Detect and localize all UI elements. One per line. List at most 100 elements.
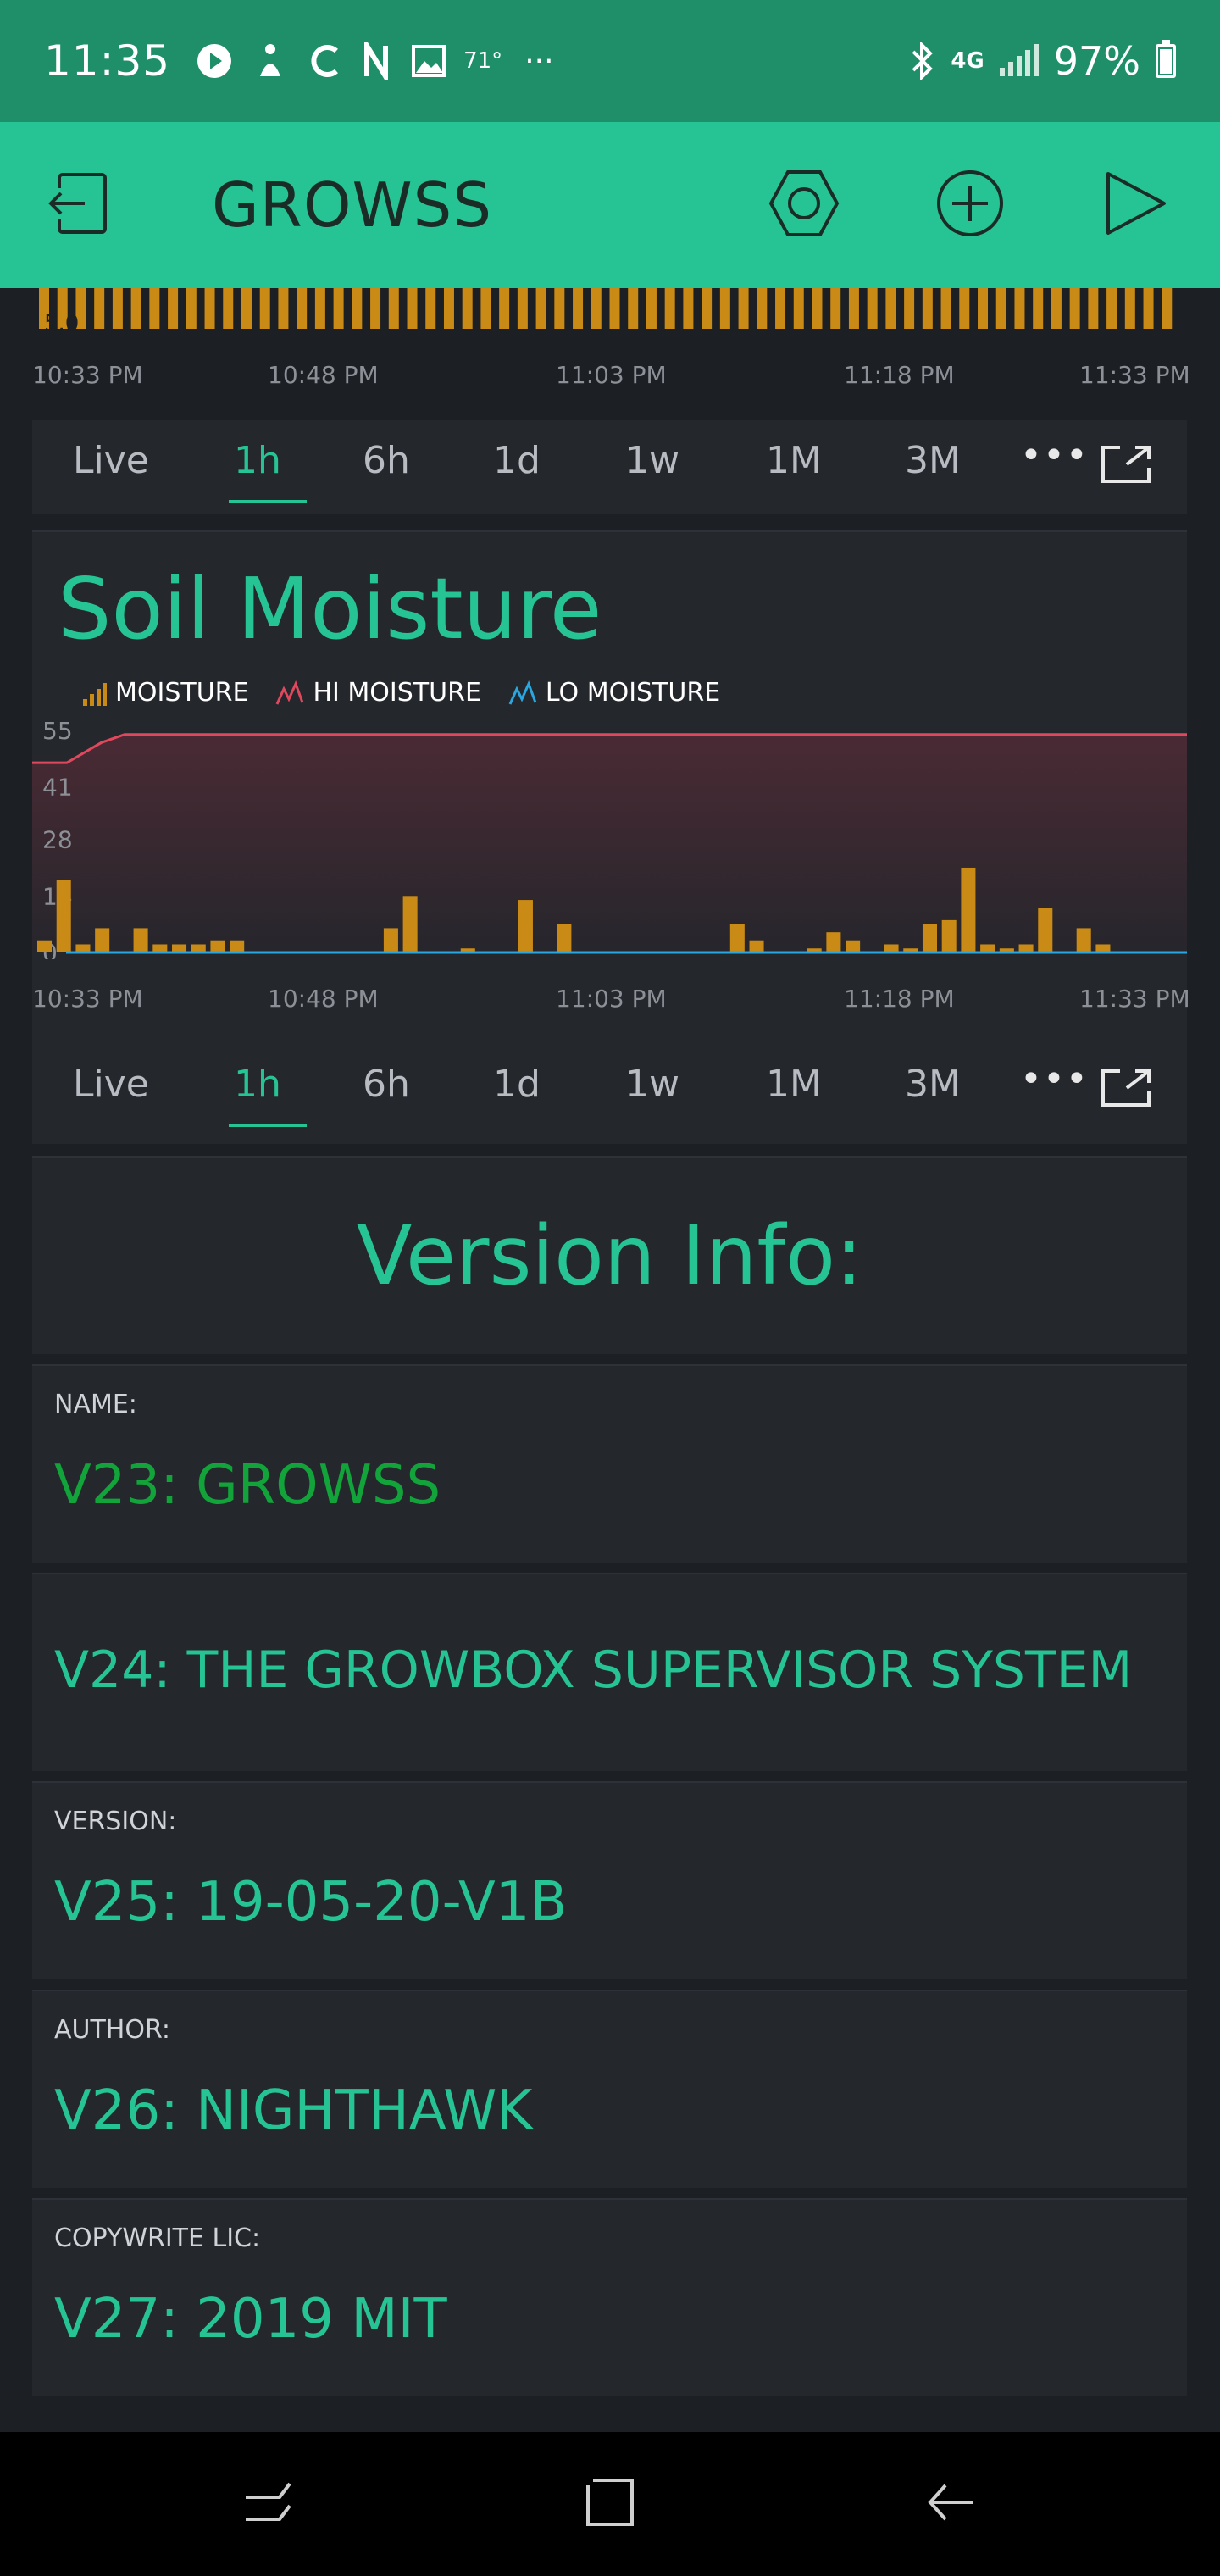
field-value: V24: THE GROWBOX SUPERVISOR SYSTEM [54, 1641, 1133, 1700]
expand-chart-icon[interactable] [1101, 1068, 1152, 1112]
top-chart-bar [517, 288, 528, 329]
more-options-icon[interactable]: ••• [1020, 1058, 1089, 1101]
top-chart-bar [995, 288, 1006, 329]
app-header: GROWSS [0, 122, 1220, 288]
field-label: COPYWRITE LIC: [54, 2223, 261, 2253]
top-chart-bar [443, 288, 454, 329]
range-6h-button[interactable]: 6h [363, 439, 410, 482]
field-license: COPYWRITE LIC: V27: 2019 MIT [32, 2198, 1187, 2396]
x-tick-label: 11:18 PM [844, 361, 955, 389]
moisture-bar [961, 867, 976, 952]
top-chart-bar [628, 288, 639, 329]
top-chart-bar [388, 288, 399, 329]
range-1m-button[interactable]: 1M [766, 1063, 822, 1106]
top-chart-x-axis: 10:33 PM 10:48 PM 11:03 PM 11:18 PM 11:33 PM [32, 361, 1190, 395]
moisture-bar [1076, 928, 1091, 952]
field-value: V25: 19-05-20-V1B [54, 1871, 568, 1934]
top-chart-bar [314, 288, 325, 329]
top-chart-bar [168, 288, 179, 329]
play-icon[interactable] [1103, 169, 1169, 242]
top-chart-bar [425, 288, 436, 329]
moisture-bar [402, 896, 418, 952]
moisture-bar [210, 940, 225, 952]
top-chart-bar [333, 288, 344, 329]
range-1h-button[interactable]: 1h [234, 1063, 281, 1106]
moisture-bar [56, 880, 71, 952]
moisture-bar [941, 919, 957, 952]
top-chart-bar [1106, 288, 1117, 329]
top-chart-bar [885, 288, 896, 329]
moisture-bar [922, 924, 938, 952]
battery-level: 97% [1053, 38, 1140, 84]
top-chart-bar [278, 288, 289, 329]
top-chart-bar [1014, 288, 1025, 329]
top-chart-bar [241, 288, 252, 329]
range-6h-button[interactable]: 6h [363, 1063, 410, 1106]
top-chart-bar [186, 288, 197, 329]
legend-moisture: MOISTURE [81, 678, 248, 708]
y-tick-label: 41 [42, 774, 73, 802]
top-chart-bar [940, 288, 951, 329]
version-info-heading: Version Info: [356, 1208, 863, 1303]
line-chart-icon [276, 680, 304, 705]
recents-icon[interactable] [242, 2477, 293, 2531]
bar-chart-icon [83, 682, 107, 706]
top-chart-bar [1124, 288, 1135, 329]
top-chart-bar [1162, 288, 1173, 329]
top-chart-bar [149, 288, 160, 329]
top-chart-bar [554, 288, 565, 329]
top-chart-bar [738, 288, 749, 329]
field-description: V24: THE GROWBOX SUPERVISOR SYSTEM [32, 1573, 1187, 1771]
range-1h-button[interactable]: 1h [234, 439, 281, 482]
add-icon[interactable] [935, 169, 1005, 242]
version-info-card: Version Info: [32, 1156, 1187, 1354]
top-chart-bar [1069, 288, 1080, 329]
range-3m-button[interactable]: 3M [905, 439, 961, 482]
moisture-bar [557, 924, 572, 952]
range-3m-button[interactable]: 3M [905, 1063, 961, 1106]
range-live-button[interactable]: Live [73, 1063, 149, 1106]
top-chart-range-bar: Live 1h 6h 1d 1w 1M 3M ••• [32, 420, 1187, 514]
moisture-bar [133, 928, 148, 952]
top-chart-bar [407, 288, 418, 329]
expand-chart-icon[interactable] [1101, 444, 1152, 488]
range-1w-button[interactable]: 1w [625, 439, 679, 482]
field-value: V23: GROWSS [54, 1454, 441, 1517]
x-tick-label: 10:33 PM [32, 361, 143, 389]
range-1w-button[interactable]: 1w [625, 1063, 679, 1106]
moisture-bar [1038, 908, 1053, 952]
top-chart-bar [130, 288, 141, 329]
exit-icon[interactable] [47, 168, 119, 242]
top-chart-bar [867, 288, 878, 329]
top-chart-bar [297, 288, 308, 329]
top-chart-bar [1033, 288, 1044, 329]
top-chart-bar [259, 288, 270, 329]
top-chart-bar [462, 288, 473, 329]
c-app-icon [311, 45, 339, 77]
y-tick-label: 28 [42, 826, 73, 854]
soil-chart-x-axis: 10:33 PM 10:48 PM 11:03 PM 11:18 PM 11:33 PM [32, 985, 1190, 1019]
top-chart-bar [1088, 288, 1099, 329]
range-1d-button[interactable]: 1d [493, 1063, 541, 1106]
range-selected-underline [229, 1124, 307, 1127]
field-value: V27: 2019 MIT [54, 2288, 447, 2351]
status-time: 11:35 [44, 36, 171, 86]
home-icon[interactable] [585, 2477, 635, 2531]
back-icon[interactable] [925, 2477, 976, 2531]
range-1m-button[interactable]: 1M [766, 439, 822, 482]
field-label: VERSION: [54, 1807, 177, 1836]
moisture-bar [826, 932, 841, 952]
battery-icon [1156, 40, 1176, 78]
moisture-bar [846, 940, 861, 952]
x-tick-label: 11:33 PM [1079, 985, 1190, 1013]
more-options-icon[interactable]: ••• [1020, 434, 1089, 477]
range-live-button[interactable]: Live [73, 439, 149, 482]
top-chart-bar [573, 288, 584, 329]
hexagon-settings-icon[interactable] [768, 167, 840, 243]
top-chart-bar [683, 288, 694, 329]
range-1d-button[interactable]: 1d [493, 439, 541, 482]
field-name: NAME: V23: GROWSS [32, 1364, 1187, 1563]
moisture-bar [749, 940, 764, 952]
x-tick-label: 11:18 PM [844, 985, 955, 1013]
chart-title: Soil Moisture [58, 559, 602, 658]
